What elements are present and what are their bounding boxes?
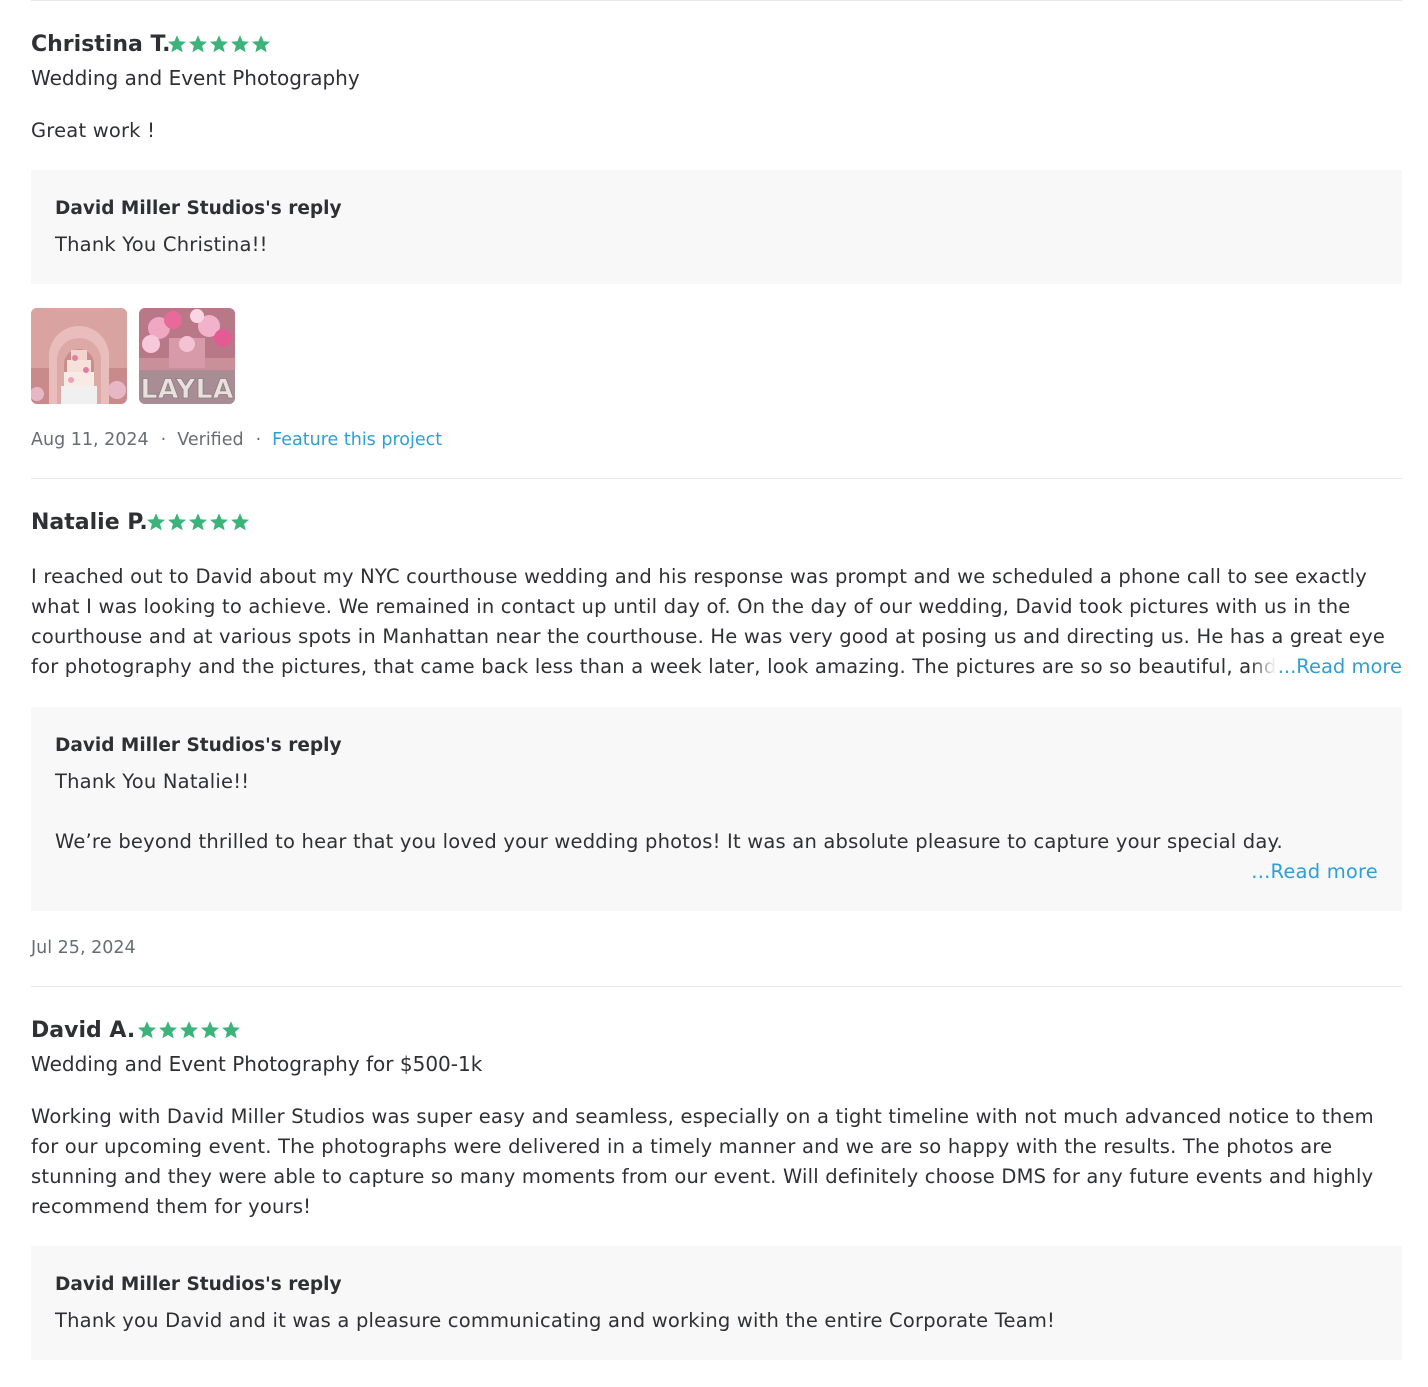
reviewer-name: Christina T. bbox=[31, 32, 171, 57]
review-date: Aug 11, 2024 bbox=[31, 430, 149, 450]
star-icon bbox=[209, 34, 229, 54]
review-date: Jul 25, 2024 bbox=[31, 938, 136, 958]
review-meta: Aug 11, 2024 · Verified · Feature this p… bbox=[31, 430, 442, 450]
star-icon bbox=[167, 34, 187, 54]
pink-arches-cake-photo[interactable] bbox=[31, 308, 127, 404]
star-icon bbox=[188, 512, 208, 532]
review-photos: LAYLA bbox=[31, 308, 235, 404]
reply-text: Thank You Christina!! bbox=[55, 233, 268, 256]
reply-title: David Miller Studios's reply bbox=[55, 1274, 342, 1295]
vendor-reply: David Miller Studios's reply Thank You N… bbox=[31, 707, 1402, 911]
star-icon bbox=[230, 512, 250, 532]
separator-dot: · bbox=[255, 430, 262, 450]
star-icon bbox=[200, 1020, 220, 1040]
review-text-clamp: I reached out to David about my NYC cour… bbox=[31, 562, 1402, 682]
star-icon bbox=[158, 1020, 178, 1040]
review-item: Christina T. Wedding and Event Photograp… bbox=[31, 1, 1402, 479]
star-icon bbox=[179, 1020, 199, 1040]
star-rating bbox=[146, 512, 250, 532]
reply-title: David Miller Studios's reply bbox=[55, 198, 342, 219]
reviews-list: Christina T. Wedding and Event Photograp… bbox=[31, 0, 1402, 1387]
service-label: Wedding and Event Photography bbox=[31, 66, 360, 90]
reply-read-more-link[interactable]: ...Read more bbox=[1251, 857, 1378, 887]
star-icon bbox=[221, 1020, 241, 1040]
reviewer-name: David A. bbox=[31, 1018, 136, 1043]
review-meta: Jul 25, 2024 bbox=[31, 938, 136, 958]
review-text: Working with David Miller Studios was su… bbox=[31, 1105, 1374, 1218]
svg-text:LAYLA: LAYLA bbox=[140, 374, 233, 404]
star-icon bbox=[167, 512, 187, 532]
read-more-container: ...Read more bbox=[1249, 652, 1402, 682]
star-icon bbox=[230, 34, 250, 54]
review-text: I reached out to David about my NYC cour… bbox=[31, 565, 1386, 678]
star-icon bbox=[209, 512, 229, 532]
text-fade bbox=[1249, 652, 1276, 682]
reply-title: David Miller Studios's reply bbox=[55, 735, 342, 756]
separator-dot: · bbox=[160, 430, 167, 450]
layla-party-decor-photo[interactable]: LAYLA bbox=[139, 308, 235, 404]
review-item: David A. Wedding and Event Photography f… bbox=[31, 987, 1402, 1387]
star-icon bbox=[251, 34, 271, 54]
review-text: Great work ! bbox=[31, 119, 156, 142]
verified-label: Verified bbox=[177, 430, 244, 450]
reviewer-name: Natalie P. bbox=[31, 510, 148, 535]
reply-text-line: We’re beyond thrilled to hear that you l… bbox=[55, 830, 1283, 853]
reply-text-line: Thank You Natalie!! bbox=[55, 770, 250, 793]
star-icon bbox=[137, 1020, 157, 1040]
star-rating bbox=[167, 34, 271, 54]
feature-project-link[interactable]: Feature this project bbox=[272, 431, 442, 450]
read-more-link[interactable]: ...Read more bbox=[1275, 652, 1402, 682]
vendor-reply: David Miller Studios's reply Thank You C… bbox=[31, 170, 1402, 284]
star-rating bbox=[137, 1020, 241, 1040]
star-icon bbox=[146, 512, 166, 532]
service-label: Wedding and Event Photography for $500-1… bbox=[31, 1052, 483, 1076]
review-item: Natalie P. I reached out to David about … bbox=[31, 479, 1402, 987]
star-icon bbox=[188, 34, 208, 54]
reply-text: Thank you David and it was a pleasure co… bbox=[55, 1309, 1056, 1332]
vendor-reply: David Miller Studios's reply Thank you D… bbox=[31, 1246, 1402, 1360]
